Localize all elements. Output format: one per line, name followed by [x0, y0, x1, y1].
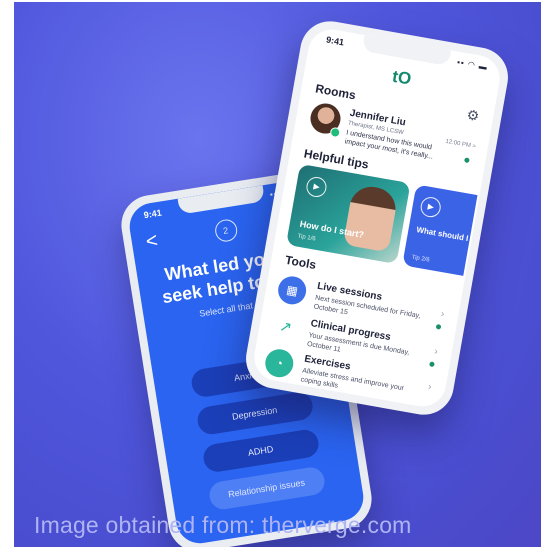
status-time: 9:41: [142, 207, 163, 221]
tip-title: What should I expect from my therapist?: [415, 225, 478, 261]
message-time: 12:00 PM >: [444, 138, 477, 151]
chevron-right-icon: ›: [439, 308, 446, 321]
online-status-dot: [329, 126, 342, 139]
tip-card-2[interactable]: ▶ What should I expect from my therapist…: [402, 184, 478, 276]
image-source-caption: Image obtained from: therverge.com: [34, 512, 412, 538]
dashboard-screen: 9:41 ▪▪ ◠ ▬ tO ⚙ Rooms Jennifer Liu Ther…: [250, 25, 504, 411]
unread-dot: [464, 157, 470, 164]
tip-label: Tip 1/6: [297, 233, 316, 243]
play-icon[interactable]: ▶: [419, 195, 443, 219]
chevron-right-icon: ›: [427, 381, 433, 393]
option-relationship-issues[interactable]: Relationship issues: [207, 465, 326, 512]
notification-dot: [435, 323, 442, 330]
app-logo: tO: [390, 66, 413, 89]
exercises-icon: ◔: [263, 347, 296, 380]
dashboard-phone: 9:41 ▪▪ ◠ ▬ tO ⚙ Rooms Jennifer Liu Ther…: [241, 16, 513, 420]
tip-card-1[interactable]: ▶ How do I start? Tip 1/6: [285, 163, 411, 265]
step-badge: 2: [213, 218, 239, 244]
rooms-heading: Rooms: [314, 81, 357, 103]
play-icon[interactable]: ▶: [304, 175, 329, 199]
status-time: 9:41: [325, 34, 345, 48]
trend-icon: ↗: [269, 311, 302, 345]
chevron-right-icon: ›: [433, 346, 439, 358]
option-adhd[interactable]: ADHD: [201, 427, 321, 474]
notification-dot: [429, 361, 435, 368]
background-stage: 9:41 ▪▪ ◠ ▬ < 2 ✕ What led you to seek h…: [14, 2, 541, 547]
back-icon[interactable]: <: [144, 230, 159, 254]
gear-icon[interactable]: ⚙: [465, 106, 480, 125]
calendar-icon: ▦: [275, 274, 309, 307]
tools-heading: Tools: [284, 252, 318, 273]
status-icons: ▪▪ ◠ ▬: [456, 57, 489, 72]
option-depression[interactable]: Depression: [195, 390, 315, 437]
tip-label: Tip 2/6: [411, 254, 431, 264]
tip-photo: [342, 183, 399, 253]
